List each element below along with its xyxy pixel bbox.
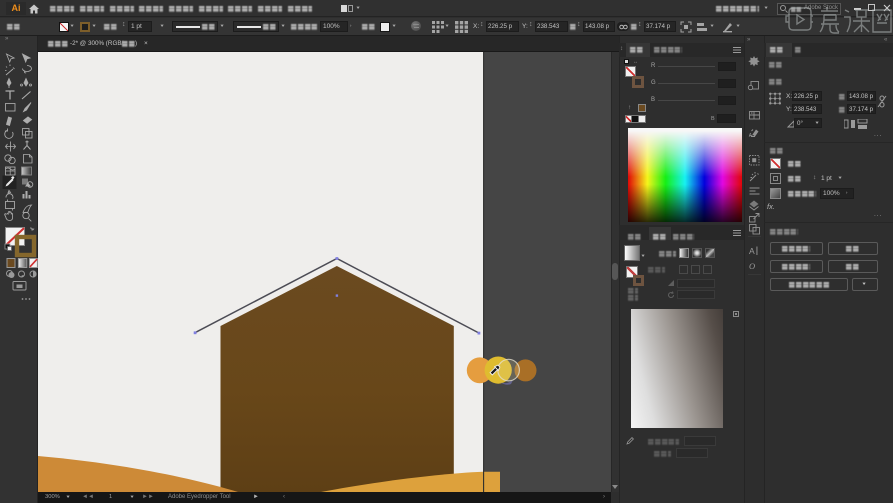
svg-text:O: O xyxy=(749,261,755,271)
svg-text:A: A xyxy=(749,246,755,256)
